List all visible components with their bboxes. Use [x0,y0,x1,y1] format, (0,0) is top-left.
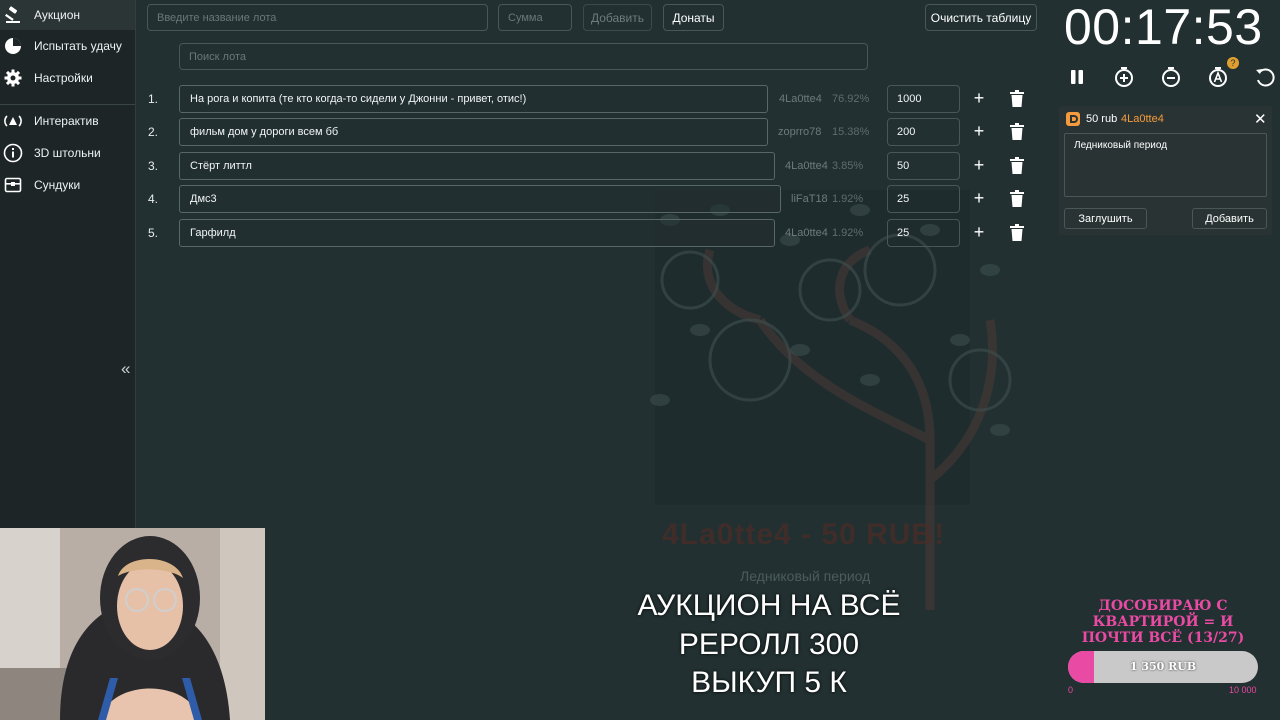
sidebar-item-chests[interactable]: Сундуки [0,170,135,200]
sidebar-item-label: Интерактив [34,114,99,128]
lot-donor: zoprro78 [778,126,822,138]
add-amount-button[interactable]: + [972,121,986,141]
webcam-feed [0,528,265,720]
donation-service-icon [1066,112,1080,126]
lot-amount-field[interactable]: 200 [887,118,960,146]
background-donor-text: 4La0tte4 - 50 RUB! [662,518,946,551]
reset-icon[interactable] [1254,66,1276,88]
lot-percent: 15.38% [832,126,870,138]
amount-input[interactable] [498,4,572,31]
add-lot-button[interactable]: Добавить [583,4,652,31]
sidebar-item-auction[interactable]: Аукцион [0,0,135,30]
lot-name-field[interactable]: Гарфилд [179,219,775,247]
table-row: 1. На рога и копита (те кто когда-то сид… [140,85,1040,113]
pause-icon[interactable] [1066,66,1088,88]
sidebar-item-settings[interactable]: Настройки [0,63,135,93]
table-row: 3. Стёрт литтл 4La0tte4 3.85% 50 + [140,152,1040,180]
goal-title: ДОСОБИРАЮ С КВАРТИРОЙ = И ПОЧТИ ВСЁ (13/… [1081,598,1245,646]
sidebar-item-3d-mines[interactable]: 3D штольни [0,138,135,168]
table-row: 5. Гарфилд 4La0tte4 1.92% 25 + [140,219,1040,247]
lot-percent: 1.92% [832,227,864,239]
lot-amount-field[interactable]: 1000 [887,85,960,113]
lot-name-field[interactable]: фильм дом у дороги всем бб [179,118,768,146]
mute-button[interactable]: Заглушить [1064,208,1147,229]
sidebar-item-label: Настройки [34,71,93,85]
subtract-time-icon[interactable] [1160,66,1182,88]
lot-name-field[interactable]: Дмс3 [179,185,781,213]
goal-progress-bar: 1 350 RUB [1068,651,1258,683]
sidebar-item-try-luck[interactable]: Испытать удачу [0,31,135,61]
add-donation-button[interactable]: Добавить [1192,208,1267,229]
lot-number: 3. [148,159,159,173]
donation-amount: 50 rub [1086,113,1118,125]
background-lot-text: Ледниковый период [740,568,871,584]
add-time-icon[interactable] [1113,66,1135,88]
sidebar-item-label: 3D штольни [34,146,101,160]
lot-search-input[interactable] [179,43,868,70]
lot-percent: 1.92% [832,193,864,205]
lot-name-field[interactable]: На рога и копита (те кто когда-то сидели… [179,85,768,113]
delete-lot-icon[interactable] [1009,190,1025,208]
sidebar-item-interactive[interactable]: Интерактив [0,106,135,136]
auction-timer: 00:17:53 [1064,0,1263,55]
delete-lot-icon[interactable] [1009,90,1025,108]
sidebar-item-label: Испытать удачу [34,39,122,53]
overlay-line-reroll: РЕРОЛЛ 300 [678,628,860,661]
gavel-icon [3,5,23,25]
sidebar-item-label: Сундуки [34,178,81,192]
donations-button[interactable]: Донаты [663,4,724,31]
broadcast-icon [3,111,23,131]
donation-message-field[interactable]: Ледниковый период [1064,133,1267,197]
chest-icon [3,175,23,195]
goal-min-label: 0 [1068,685,1074,695]
delete-lot-icon[interactable] [1009,224,1025,242]
sidebar-collapse-button[interactable]: « [121,359,130,379]
gear-icon [3,68,23,88]
lot-amount-field[interactable]: 25 [887,219,960,247]
lot-number: 1. [148,92,159,106]
clear-table-button[interactable]: Очистить таблицу [925,4,1037,31]
donation-card: 50 rub 4La0tte4 ✕ Ледниковый период Загл… [1059,106,1272,235]
delete-lot-icon[interactable] [1009,157,1025,175]
add-amount-button[interactable]: + [972,188,986,208]
lot-number: 4. [148,192,159,206]
add-amount-button[interactable]: + [972,88,986,108]
lot-name-field[interactable]: Стёрт литтл [179,152,775,180]
help-badge[interactable]: ? [1227,57,1239,69]
auto-timer-icon[interactable] [1207,66,1229,88]
lot-donor: 4La0tte4 [785,160,828,172]
info-icon [3,143,23,163]
lot-number: 5. [148,226,159,240]
lot-donor: 4La0tte4 [785,227,828,239]
goal-max-label: 10 000 [1229,685,1257,695]
close-icon[interactable]: ✕ [1254,110,1267,128]
pie-chart-icon [3,36,23,56]
lot-number: 2. [148,125,159,139]
lot-percent: 76.92% [832,93,870,105]
add-amount-button[interactable]: + [972,222,986,242]
goal-current-amount: 1 350 RUB [1129,660,1197,673]
lot-amount-field[interactable]: 50 [887,152,960,180]
add-amount-button[interactable]: + [972,155,986,175]
overlay-line-buyout: ВЫКУП 5 К [691,666,847,699]
delete-lot-icon[interactable] [1009,123,1025,141]
table-row: 2. фильм дом у дороги всем бб zoprro78 1… [140,118,1040,146]
lot-donor: liFaT18 [791,193,828,205]
table-row: 4. Дмс3 liFaT18 1.92% 25 + [140,185,1040,213]
donation-user: 4La0tte4 [1121,113,1164,125]
lot-percent: 3.85% [832,160,864,172]
sidebar-item-label: Аукцион [34,8,80,22]
lot-amount-field[interactable]: 25 [887,185,960,213]
sidebar-divider [0,104,135,105]
lot-name-input[interactable] [147,4,488,31]
lot-donor: 4La0tte4 [779,93,822,105]
overlay-line-auction: АУКЦИОН НА ВСЁ [637,589,901,622]
